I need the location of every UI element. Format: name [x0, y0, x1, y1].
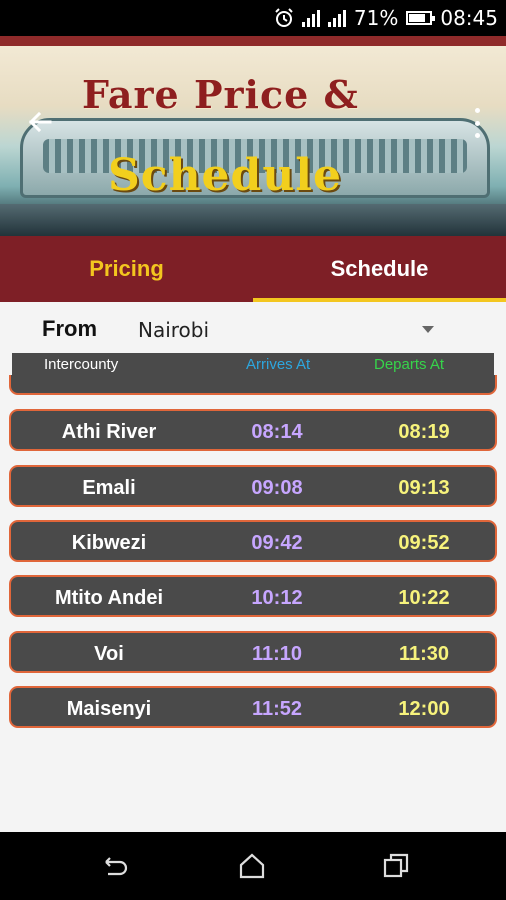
stop-name: Mtito Andei	[54, 587, 164, 609]
tab-bar: Pricing Schedule	[0, 236, 506, 302]
battery-percent: 71%	[353, 6, 399, 30]
system-nav-bar	[0, 832, 506, 900]
stop-name: Kibwezi	[71, 532, 147, 554]
header-intercounty: Intercounty	[44, 355, 119, 373]
signal-icon-2	[327, 9, 346, 27]
departure-time: 10:22	[398, 587, 450, 609]
stop-name: Voi	[94, 643, 124, 665]
tab-pricing[interactable]: Pricing	[0, 236, 253, 302]
departure-time: 09:52	[398, 532, 450, 554]
stop-name: Maisenyi	[66, 698, 152, 720]
nav-recents-icon[interactable]	[380, 850, 412, 882]
arrival-time: 09:08	[251, 477, 303, 499]
table-header: Intercounty Arrives At Departs At	[12, 353, 494, 375]
battery-icon	[406, 11, 436, 25]
alarm-icon	[275, 8, 293, 27]
from-label: From	[42, 316, 97, 341]
bus-base-illustration	[0, 204, 506, 236]
title-line-2: Schedule	[108, 150, 343, 201]
status-icons: 71% 08:45	[274, 0, 498, 36]
stop-name: Athi River	[61, 421, 157, 443]
arrival-time: 10:12	[251, 587, 303, 609]
from-dropdown[interactable]: Nairobi	[138, 318, 209, 342]
schedule-content: From Nairobi Intercounty Arrives At Depa…	[0, 302, 506, 832]
signal-icon	[301, 9, 320, 27]
table-row: Mtito Andei 10:12 10:22	[9, 575, 497, 617]
header-arrives-at: Arrives At	[246, 355, 311, 373]
table-row: Athi River 08:14 08:19	[9, 409, 497, 451]
arrival-time: 11:10	[251, 643, 303, 665]
table-row: Maisenyi 11:52 12:00	[9, 686, 497, 728]
table-row: Kibwezi 09:42 09:52	[9, 520, 497, 562]
stop-name: Emali	[82, 477, 136, 499]
table-row-partial	[9, 375, 497, 395]
clock-time: 08:45	[440, 6, 498, 30]
from-selector-row: From Nairobi	[0, 302, 506, 354]
nav-home-icon[interactable]	[236, 850, 268, 882]
table-row: Voi 11:10 11:30	[9, 631, 497, 673]
header-departs-at: Departs At	[374, 355, 445, 373]
tab-schedule[interactable]: Schedule	[253, 236, 506, 302]
arrow-left-icon[interactable]	[24, 106, 56, 138]
departure-time: 11:30	[398, 643, 450, 665]
more-vertical-icon[interactable]	[470, 108, 484, 138]
table-row: Emali 09:08 09:13	[9, 465, 497, 507]
status-bar: 71% 08:45	[0, 0, 506, 36]
departure-time: 12:00	[398, 698, 450, 720]
departure-time: 09:13	[398, 477, 450, 499]
title-line-1: Fare Price &	[82, 72, 359, 117]
arrival-time: 08:14	[251, 421, 303, 443]
departure-time: 08:19	[398, 421, 450, 443]
arrival-time: 11:52	[251, 698, 303, 720]
arrival-time: 09:42	[251, 532, 303, 554]
app-bar-banner: Fare Price & Schedule	[0, 36, 506, 236]
dropdown-arrow-icon[interactable]	[422, 326, 434, 333]
nav-back-icon[interactable]	[98, 850, 130, 882]
schedule-list[interactable]: Athi River 08:14 08:19 Emali 09:08 09:13…	[0, 375, 506, 832]
